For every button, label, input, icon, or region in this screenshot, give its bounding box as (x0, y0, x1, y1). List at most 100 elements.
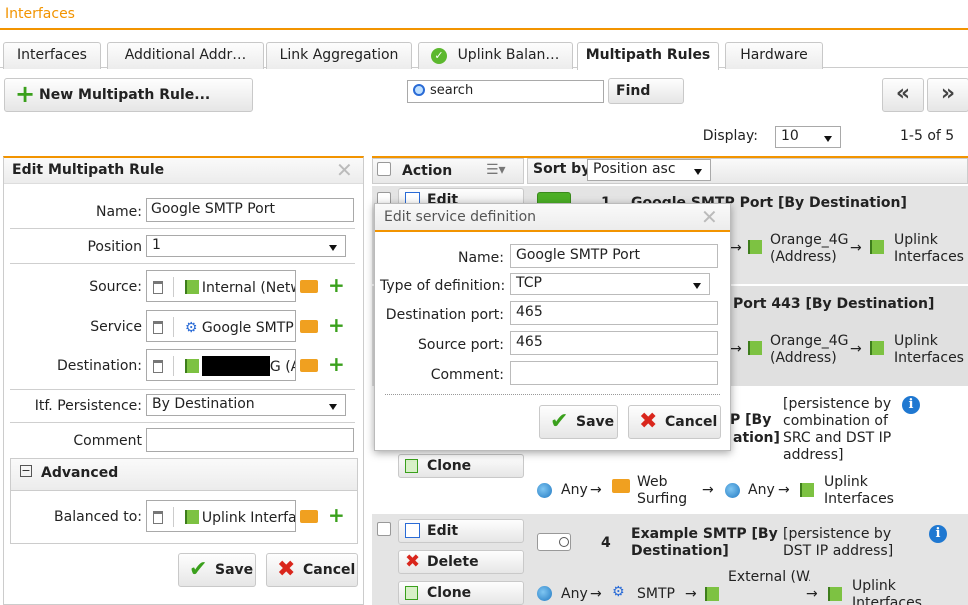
info-icon[interactable]: i (902, 396, 920, 414)
trash-icon[interactable] (153, 321, 163, 334)
select-all-checkbox[interactable] (377, 162, 391, 176)
service-name-field[interactable]: Google SMTP Port (510, 244, 718, 268)
tab-additional-addresses[interactable]: Additional Addr… (107, 42, 264, 69)
tab-hardware[interactable]: Hardware (725, 42, 823, 69)
globe-icon (537, 483, 552, 498)
source-port-field[interactable]: 465 (510, 331, 718, 355)
folder-icon[interactable] (300, 359, 318, 372)
dialog-cancel-label: Cancel (665, 414, 718, 430)
source-value: Internal (Netw (201, 280, 296, 296)
cancel-label: Cancel (303, 562, 356, 578)
arrow-icon: → (850, 240, 862, 256)
divider (10, 389, 355, 390)
search-input[interactable]: search (407, 80, 604, 103)
previous-page-button[interactable]: « (882, 78, 924, 112)
tab-interfaces[interactable]: Interfaces (3, 42, 101, 69)
rule-destination: Uplink Interfaces (894, 232, 964, 265)
find-button[interactable]: Find (608, 78, 684, 104)
collapse-icon[interactable]: − (20, 465, 32, 477)
rule-persistence: [persistence by DST IP address] (783, 526, 894, 559)
save-button[interactable]: ✔ Save (178, 553, 256, 587)
add-icon[interactable]: + (328, 315, 345, 335)
folder-icon[interactable] (300, 280, 318, 293)
network-flag-icon (828, 587, 842, 601)
rule-title: ation] (733, 430, 780, 446)
add-icon[interactable]: + (328, 505, 345, 525)
trash-icon[interactable] (153, 511, 163, 524)
tab-uplink-balancing[interactable]: ✓ Uplink Balan… (418, 42, 573, 69)
rule-title: Port 443 [By Destination] (733, 296, 935, 312)
add-icon[interactable]: + (328, 275, 345, 295)
type-label: Type of definition: (380, 278, 506, 294)
tab-label: Uplink Balan… (457, 47, 560, 63)
dialog-save-button[interactable]: ✔ Save (539, 405, 618, 439)
folder-icon[interactable] (300, 320, 318, 333)
edit-button[interactable]: Edit (398, 519, 524, 543)
destination-label: Destination: (56, 358, 142, 374)
source-field[interactable]: Internal (Netw (146, 270, 296, 302)
arrow-icon: → (590, 586, 602, 602)
globe-icon (725, 483, 740, 498)
delete-button[interactable]: ✖ Delete (398, 550, 524, 574)
close-icon[interactable]: ✕ (336, 158, 353, 182)
dialog-cancel-button[interactable]: ✖ Cancel (628, 405, 721, 439)
cancel-button[interactable]: ✖ Cancel (266, 553, 358, 587)
search-placeholder: search (430, 83, 474, 98)
arrow-icon: → (730, 240, 742, 256)
close-icon[interactable]: ✕ (701, 205, 718, 229)
trash-icon[interactable] (153, 281, 163, 294)
save-label: Save (215, 562, 254, 578)
folder-icon[interactable] (300, 510, 318, 523)
new-multipath-rule-button[interactable]: + New Multipath Rule... (4, 78, 253, 112)
x-icon: ✖ (405, 551, 421, 572)
position-select[interactable]: 1 (146, 235, 346, 257)
service-field[interactable]: ⚙ Google SMTP (146, 310, 296, 342)
edit-icon (405, 523, 420, 538)
rule-toggle[interactable] (537, 533, 571, 551)
destination-field[interactable]: G (A (146, 349, 296, 381)
trash-icon[interactable] (153, 360, 163, 373)
list-menu-icon[interactable]: ☰▾ (486, 162, 506, 178)
arrow-icon: → (778, 482, 790, 498)
panel-title: Edit Multipath Rule (12, 162, 165, 178)
destination-port-field[interactable]: 465 (510, 301, 718, 325)
arrow-icon: → (702, 482, 714, 498)
display-label: Display: (702, 128, 758, 144)
next-page-button[interactable]: » (927, 78, 968, 112)
network-flag-icon (705, 587, 719, 601)
destination-value: G (A (269, 359, 295, 375)
info-icon[interactable]: i (929, 525, 947, 543)
new-rule-label: New Multipath Rule... (39, 87, 211, 103)
arrow-icon: → (730, 341, 742, 357)
network-flag-icon (748, 341, 762, 355)
balanced-to-field[interactable]: Uplink Interfac (146, 500, 296, 532)
dialog-comment-field[interactable] (510, 361, 718, 385)
double-chevron-right-icon: » (940, 81, 956, 106)
position-label: Position (87, 239, 142, 255)
service-icon: ⚙ (612, 584, 625, 600)
source-port-label: Source port: (418, 337, 504, 353)
delete-label: Delete (427, 554, 479, 570)
display-select[interactable]: 10 (775, 126, 841, 148)
rule-name-field[interactable]: Google SMTP Port (146, 198, 354, 222)
persistence-select[interactable]: By Destination (146, 394, 346, 416)
rule-service: SMTP (637, 586, 675, 602)
arrow-icon: → (590, 482, 602, 498)
tab-bar: Interfaces Additional Addr… Link Aggrega… (0, 42, 968, 70)
network-flag-icon (184, 359, 199, 373)
comment-field[interactable] (146, 428, 354, 452)
type-select[interactable]: TCP (510, 273, 710, 295)
tab-link-aggregation[interactable]: Link Aggregation (266, 42, 412, 69)
row-checkbox[interactable] (377, 522, 391, 536)
divider (10, 263, 355, 264)
clone-button[interactable]: Clone (398, 454, 524, 478)
rule-destination-address: External (WAN)_Vod (728, 569, 810, 585)
tab-multipath-rules[interactable]: Multipath Rules (577, 42, 719, 70)
advanced-label: Advanced (41, 465, 119, 481)
clone-button[interactable]: Clone (398, 581, 524, 605)
sort-select[interactable]: Position asc (587, 159, 711, 181)
edit-label: Edit (427, 523, 459, 539)
add-icon[interactable]: + (328, 354, 345, 374)
arrow-icon: → (850, 341, 862, 357)
double-chevron-left-icon: « (895, 81, 911, 106)
